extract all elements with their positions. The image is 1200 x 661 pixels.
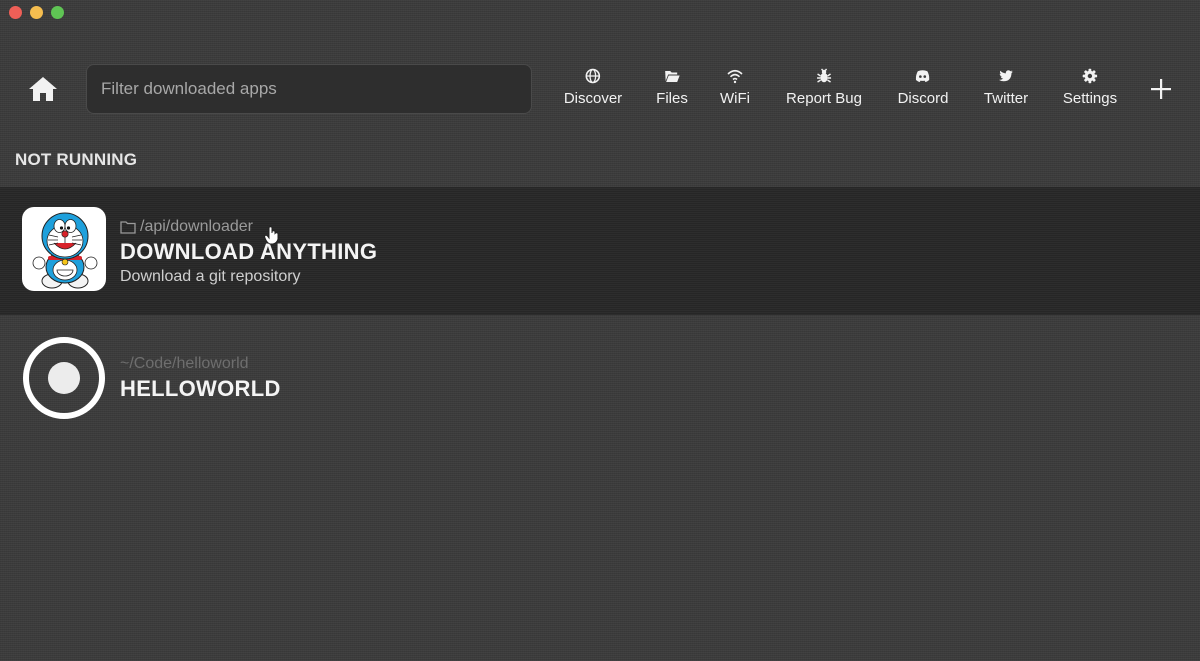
minimize-window-button[interactable] (30, 6, 43, 19)
app-path-text: /api/downloader (140, 218, 253, 235)
close-window-button[interactable] (9, 6, 22, 19)
app-row-helloworld[interactable]: ~/Code/helloworld HELLOWORLD (0, 316, 1200, 444)
app-row-download-anything[interactable]: /api/downloader DOWNLOAD ANYTHING Downlo… (0, 187, 1200, 315)
discover-label: Discover (563, 90, 623, 107)
files-button[interactable]: Files (656, 68, 688, 107)
window-controls (9, 6, 64, 19)
folder-icon (120, 221, 136, 234)
maximize-window-button[interactable] (51, 6, 64, 19)
app-name: DOWNLOAD ANYTHING (120, 239, 378, 264)
app-info: ~/Code/helloworld HELLOWORLD (120, 354, 281, 402)
discord-icon (916, 70, 930, 82)
files-label: Files (656, 90, 688, 107)
discord-button[interactable]: Discord (897, 68, 949, 107)
doraemon-avatar (22, 207, 106, 291)
globe-icon (585, 68, 601, 84)
app-description: Download a git repository (120, 268, 301, 285)
record-circle-icon (22, 336, 106, 420)
gear-icon (1082, 68, 1098, 84)
twitter-button[interactable]: Twitter (984, 68, 1028, 107)
filter-apps-input[interactable] (86, 64, 532, 114)
app-window: Discover Files WiFi Report (0, 0, 1200, 661)
plus-icon[interactable] (1150, 78, 1172, 100)
report-bug-button[interactable]: Report Bug (786, 68, 862, 107)
report-bug-label: Report Bug (786, 90, 862, 107)
section-title: NOT RUNNING (15, 150, 138, 169)
twitter-label: Twitter (983, 90, 1029, 107)
settings-label: Settings (1062, 90, 1118, 107)
wifi-label: WiFi (720, 90, 750, 107)
wifi-icon (727, 69, 743, 84)
app-path: ~/Code/helloworld (120, 354, 281, 374)
discover-button[interactable]: Discover (564, 68, 622, 107)
app-info: /api/downloader DOWNLOAD ANYTHING Downlo… (120, 217, 377, 286)
home-icon[interactable] (28, 76, 58, 102)
settings-button[interactable]: Settings (1063, 68, 1117, 107)
discord-label: Discord (897, 90, 949, 107)
app-path: /api/downloader (120, 217, 377, 237)
twitter-icon (999, 70, 1013, 82)
folder-open-icon (664, 71, 680, 82)
wifi-button[interactable]: WiFi (720, 68, 750, 107)
app-name: HELLOWORLD (120, 376, 281, 401)
toolbar: Discover Files WiFi Report (0, 62, 1200, 118)
app-path-text: ~/Code/helloworld (120, 355, 249, 372)
bug-icon (816, 68, 831, 83)
